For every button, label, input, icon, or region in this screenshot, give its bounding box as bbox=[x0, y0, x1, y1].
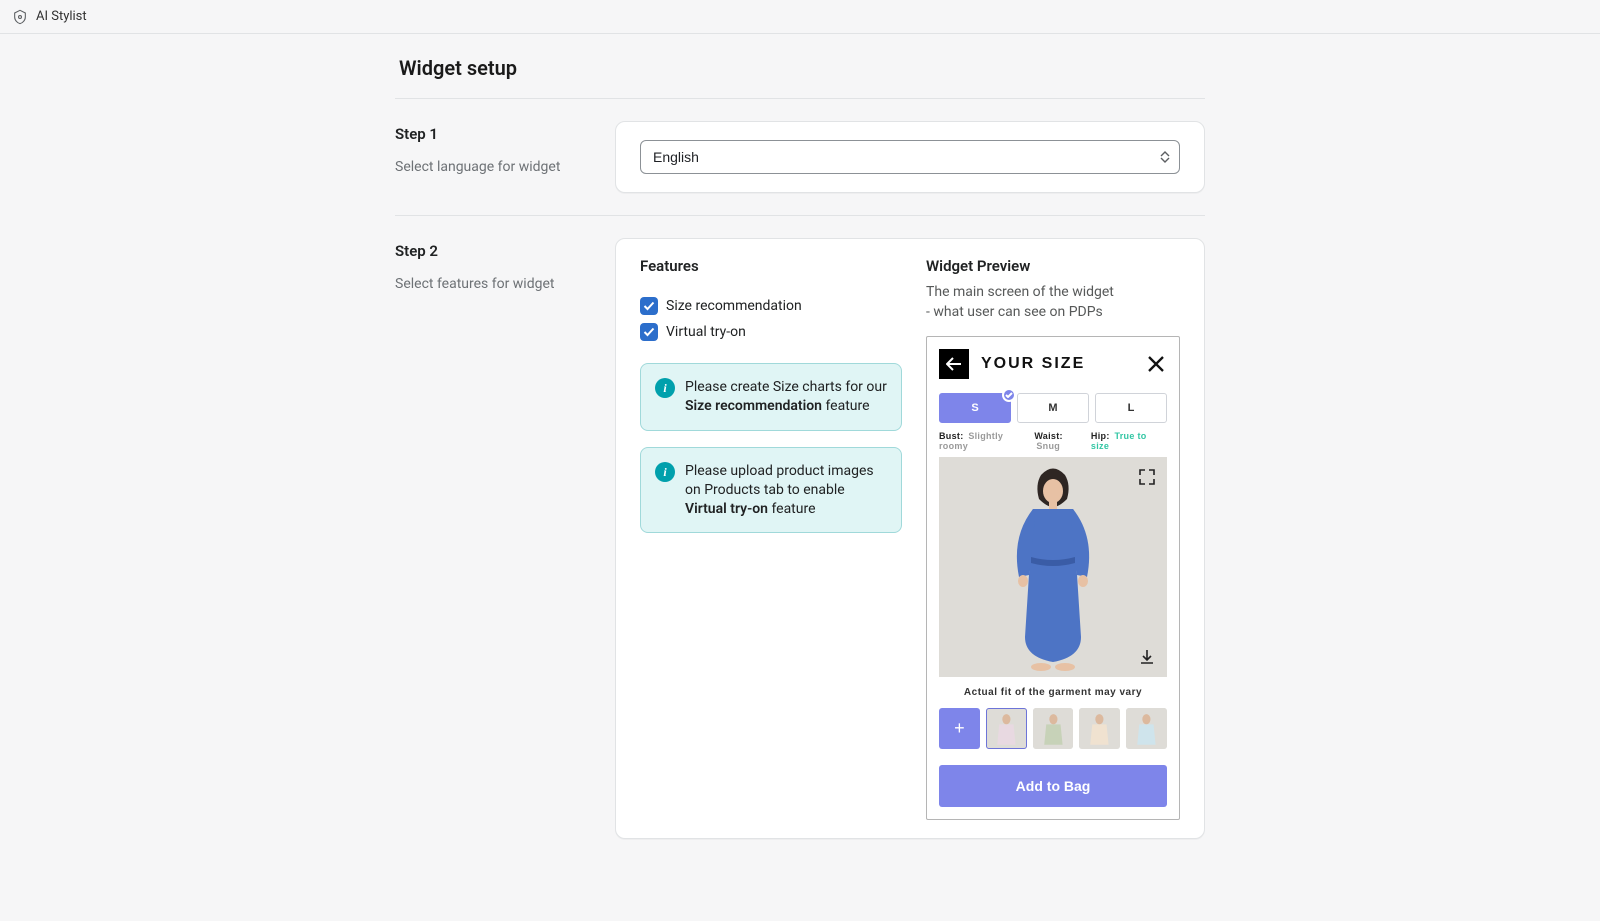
size-m[interactable]: M bbox=[1017, 393, 1089, 423]
step1-left: Step 1 Select language for widget bbox=[395, 121, 585, 175]
widget-header: YOUR SIZE bbox=[939, 349, 1167, 379]
language-select[interactable]: English bbox=[640, 140, 1180, 174]
divider bbox=[395, 98, 1205, 99]
banner-text: Please upload product images on Products… bbox=[685, 463, 874, 517]
features-col: Features Size recommendation bbox=[640, 257, 902, 820]
step1-sub: Select language for widget bbox=[395, 159, 585, 175]
banner-text: Please create Size charts for our Size r… bbox=[685, 379, 887, 414]
thumbnail-4[interactable] bbox=[1126, 708, 1167, 749]
step2-left: Step 2 Select features for widget bbox=[395, 238, 585, 292]
step2-right: Features Size recommendation bbox=[615, 238, 1205, 839]
step2-sub: Select features for widget bbox=[395, 276, 585, 292]
step1-row: Step 1 Select language for widget Englis… bbox=[395, 121, 1205, 193]
brand-label: AI Stylist bbox=[36, 9, 87, 24]
features-heading: Features bbox=[640, 257, 902, 275]
add-thumbnail[interactable]: + bbox=[939, 708, 980, 749]
preview-col: Widget Preview The main screen of the wi… bbox=[926, 257, 1180, 820]
check-label: Size recommendation bbox=[666, 298, 802, 314]
size-s[interactable]: S bbox=[939, 393, 1011, 423]
fit-bust: Bust: Slightly roomy bbox=[939, 431, 1034, 451]
checkbox-icon bbox=[640, 323, 658, 341]
two-col: Features Size recommendation bbox=[640, 257, 1180, 820]
topbar: AI Stylist bbox=[0, 0, 1600, 34]
step1-title: Step 1 bbox=[395, 125, 585, 143]
widget-preview: YOUR SIZE S bbox=[926, 336, 1180, 820]
fit-row: Bust: Slightly roomy Waist: Snug Hip: bbox=[939, 431, 1167, 451]
features-card: Features Size recommendation bbox=[615, 238, 1205, 839]
step2-row: Step 2 Select features for widget Featur… bbox=[395, 238, 1205, 839]
plus-icon: + bbox=[954, 718, 965, 739]
check-size-recommendation[interactable]: Size recommendation bbox=[640, 297, 902, 315]
info-icon: i bbox=[655, 378, 675, 398]
page-title: Widget setup bbox=[395, 54, 1205, 98]
size-tabs: S M L bbox=[939, 393, 1167, 423]
brand-icon bbox=[12, 9, 28, 25]
language-select-wrap: English bbox=[640, 140, 1180, 174]
check-virtual-tryon[interactable]: Virtual try-on bbox=[640, 323, 902, 341]
preview-heading: Widget Preview bbox=[926, 257, 1180, 275]
check-label: Virtual try-on bbox=[666, 324, 746, 340]
tryon-image bbox=[939, 457, 1167, 677]
fit-hip: Hip: True to size bbox=[1091, 431, 1167, 451]
page: Widget setup Step 1 Select language for … bbox=[0, 34, 1600, 921]
step1-right: English bbox=[615, 121, 1205, 193]
thumbnail-3[interactable] bbox=[1079, 708, 1120, 749]
fit-caption: Actual fit of the garment may vary bbox=[939, 687, 1167, 698]
language-card: English bbox=[615, 121, 1205, 193]
brand: AI Stylist bbox=[12, 9, 87, 25]
thumbnail-2[interactable] bbox=[1033, 708, 1074, 749]
thumbnail-row: + bbox=[939, 708, 1167, 749]
divider bbox=[395, 215, 1205, 216]
step2-title: Step 2 bbox=[395, 242, 585, 260]
thumbnail-1[interactable] bbox=[986, 708, 1027, 749]
info-icon: i bbox=[655, 462, 675, 482]
size-l[interactable]: L bbox=[1095, 393, 1167, 423]
add-to-bag-button[interactable]: Add to Bag bbox=[939, 765, 1167, 807]
check-badge-icon bbox=[1002, 388, 1016, 402]
checkbox-icon bbox=[640, 297, 658, 315]
close-button[interactable] bbox=[1145, 353, 1167, 375]
banner-size-rec: i Please create Size charts for our Size… bbox=[640, 363, 902, 431]
widget-title: YOUR SIZE bbox=[981, 355, 1085, 373]
expand-icon[interactable] bbox=[1135, 465, 1159, 489]
download-icon[interactable] bbox=[1135, 645, 1159, 669]
banner-tryon: i Please upload product images on Produc… bbox=[640, 447, 902, 534]
container: Widget setup Step 1 Select language for … bbox=[395, 54, 1205, 839]
back-button[interactable] bbox=[939, 349, 969, 379]
preview-sub: The main screen of the widget - what use… bbox=[926, 283, 1180, 322]
fit-waist: Waist: Snug bbox=[1034, 431, 1091, 451]
